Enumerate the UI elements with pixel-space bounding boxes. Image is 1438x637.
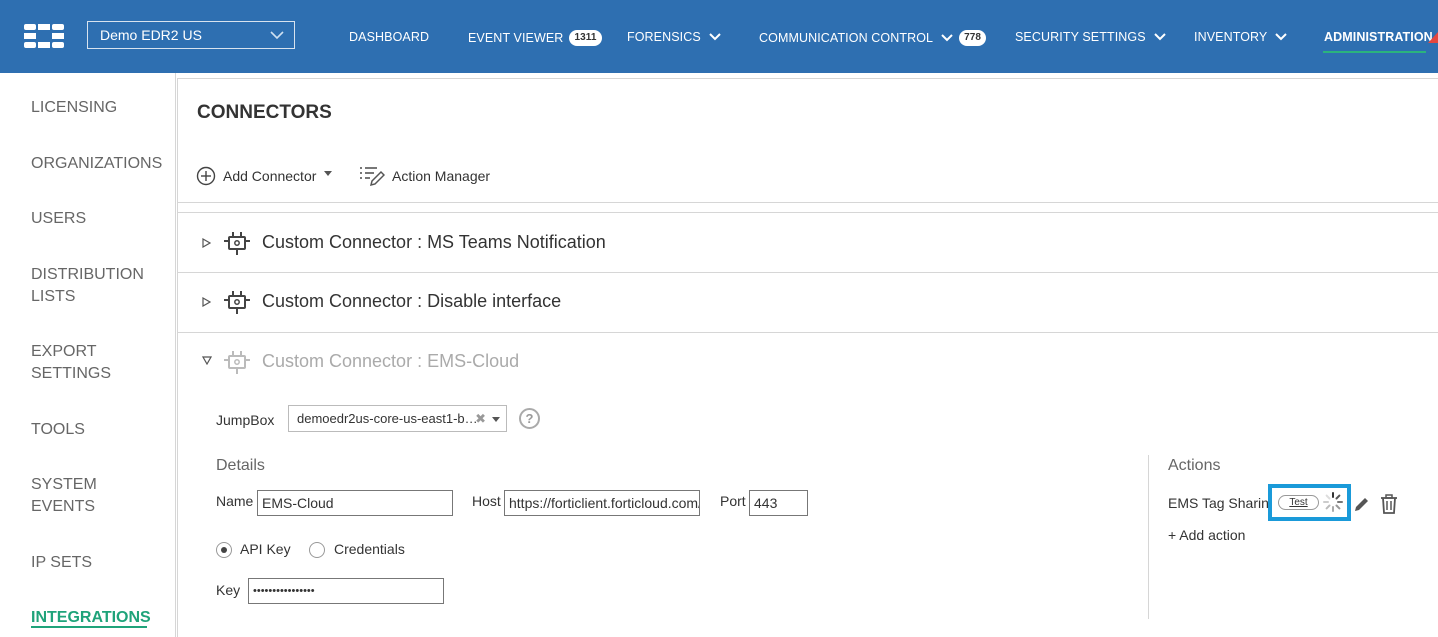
action-name: EMS Tag Sharing [1168,495,1268,511]
expand-arrow-icon[interactable] [202,238,211,248]
sidebar-item-users[interactable]: USERS [31,208,86,230]
connector-name: Custom Connector : Disable interface [262,291,562,311]
divider [178,202,1438,203]
add-connector-button[interactable]: Add Connector [196,166,333,186]
nav-inventory-label: INVENTORY [1194,30,1268,44]
sidebar-item-licensing[interactable]: LICENSING [31,97,117,119]
plug-connector-icon [224,351,250,374]
communication-control-count-badge: 778 [959,30,987,46]
nav-dashboard-label: DASHBOARD [349,30,430,44]
nav-administration-label: ADMINISTRATION [1324,30,1433,44]
key-label: Key [216,582,241,598]
expand-arrow-icon[interactable] [202,297,211,307]
port-label: Port [720,493,746,509]
loading-spinner-icon [1323,492,1343,512]
details-heading: Details [216,457,265,474]
collapse-arrow-icon[interactable] [202,356,212,365]
nav-communication-control[interactable]: COMMUNICATION CONTROL 778 [759,30,987,46]
edit-pencil-icon[interactable] [1353,495,1371,513]
key-input[interactable]: •••••••••••••••• [248,578,444,604]
fortinet-logo-icon[interactable] [24,24,64,48]
nav-forensics[interactable]: FORENSICS [627,30,721,44]
vertical-divider [1148,455,1149,619]
event-viewer-count-badge: 1311 [569,30,602,46]
nav-communication-control-label: COMMUNICATION CONTROL [759,31,934,45]
connector-row-ems-cloud[interactable]: Custom Connector : EMS-Cloud [178,332,1438,390]
nav-active-underline [1323,51,1426,53]
host-input[interactable]: https://forticlient.forticloud.com/ [504,490,700,516]
connectors-panel: CONNECTORS Add Connector Action Manager … [177,78,1438,637]
sidebar-item-tools[interactable]: TOOLS [31,419,85,441]
sidebar-item-system-events[interactable]: SYSTEM EVENTS [31,474,141,518]
alert-triangle-icon [1428,32,1438,43]
nav-dashboard[interactable]: DASHBOARD [349,30,429,44]
add-circle-icon [196,166,216,186]
plug-connector-icon [224,291,250,314]
nav-security-settings-label: SECURITY SETTINGS [1015,30,1146,44]
organization-select-value: Demo EDR2 US [100,27,202,43]
action-manager-button[interactable]: Action Manager [359,164,490,188]
actions-heading: Actions [1168,457,1221,474]
chevron-down-icon [941,34,953,42]
action-manager-label: Action Manager [392,168,491,184]
sidebar: LICENSING ORGANIZATIONS USERS DISTRIBUTI… [0,73,176,637]
test-action-button[interactable]: Test [1278,495,1319,510]
organization-select[interactable]: Demo EDR2 US [87,21,295,49]
credentials-radio-label[interactable]: Credentials [334,541,405,557]
add-action-link[interactable]: + Add action [1168,527,1245,543]
sidebar-item-distribution-lists[interactable]: DISTRIBUTION LISTS [31,264,161,308]
port-input[interactable]: 443 [749,490,808,516]
sidebar-item-export-settings[interactable]: EXPORT SETTINGS [31,341,141,385]
nav-forensics-label: FORENSICS [627,30,701,44]
chevron-down-icon [1153,33,1166,41]
credentials-radio[interactable] [309,542,325,558]
connector-name: Custom Connector : MS Teams Notification [262,232,606,252]
name-input[interactable]: EMS-Cloud [257,490,453,516]
add-connector-label: Add Connector [223,168,317,184]
jumpbox-select-value: demoedr2us-core-us-east1-b… [297,411,478,426]
sidebar-item-organizations[interactable]: ORGANIZATIONS [31,153,162,175]
nav-event-viewer[interactable]: EVENT VIEWER 1311 [468,30,602,46]
sidebar-active-underline [31,626,147,628]
help-icon[interactable]: ? [519,408,540,429]
caret-down-icon [492,417,500,422]
chevron-down-icon [1275,33,1288,41]
connector-row-ms-teams[interactable]: Custom Connector : MS Teams Notification [178,213,1438,271]
plug-connector-icon [224,232,250,255]
connector-row-disable-interface[interactable]: Custom Connector : Disable interface [178,272,1438,330]
nav-inventory[interactable]: INVENTORY [1194,30,1288,44]
api-key-radio[interactable] [216,542,232,558]
page-title: CONNECTORS [197,102,332,123]
connector-name: Custom Connector : EMS-Cloud [262,351,520,371]
top-navigation-bar: Demo EDR2 US DASHBOARD EVENT VIEWER 1311… [0,0,1438,73]
sidebar-item-ip-sets[interactable]: IP SETS [31,552,92,574]
name-label: Name [216,493,254,509]
chevron-down-icon [270,31,284,40]
jumpbox-select[interactable]: demoedr2us-core-us-east1-b… ✖ [288,405,507,432]
test-action-highlight: Test [1268,484,1351,521]
nav-administration[interactable]: ADMINISTRATION [1324,30,1433,44]
trash-icon[interactable] [1380,494,1398,514]
jumpbox-label: JumpBox [216,412,275,428]
nav-security-settings[interactable]: SECURITY SETTINGS [1015,30,1166,44]
nav-event-viewer-label: EVENT VIEWER [468,31,564,45]
api-key-radio-label[interactable]: API Key [240,541,291,557]
caret-down-icon [324,170,333,176]
list-edit-icon [360,167,385,187]
clear-icon[interactable]: ✖ [475,411,486,427]
host-label: Host [472,493,501,509]
chevron-down-icon [709,33,721,41]
